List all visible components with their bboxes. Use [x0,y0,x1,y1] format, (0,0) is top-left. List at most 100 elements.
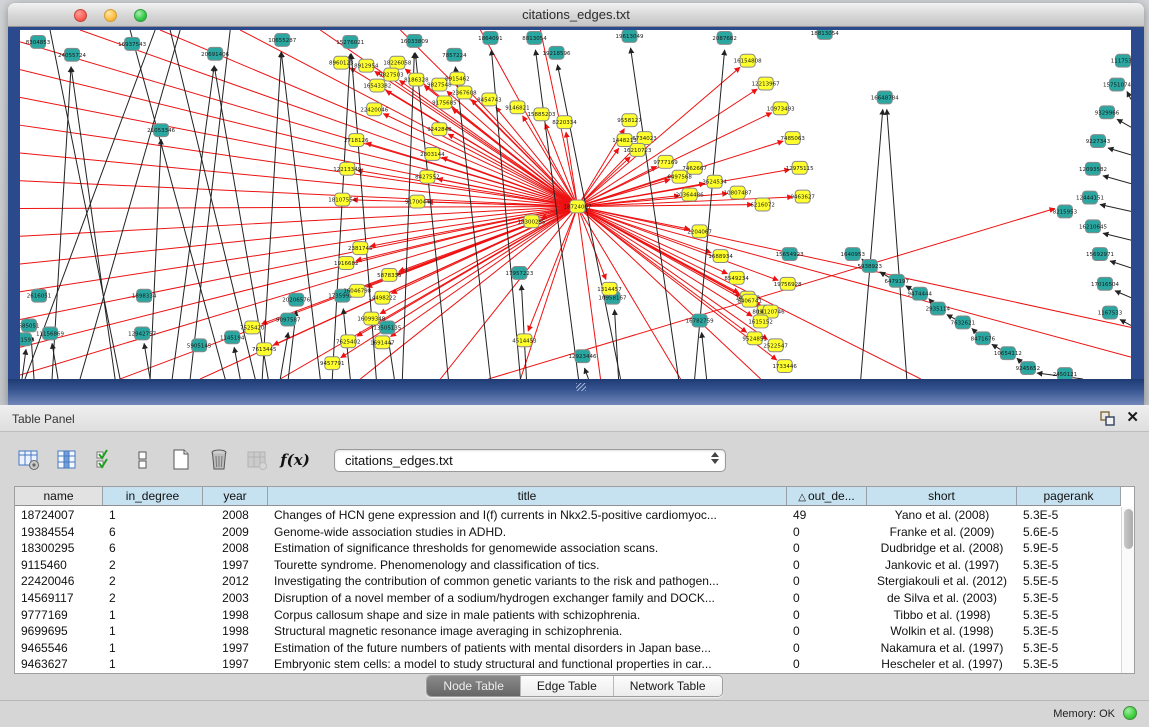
graph-node[interactable]: 20364486 [676,188,704,201]
graph-node[interactable]: 15654923 [776,248,804,261]
table-mode-icon[interactable] [16,447,42,473]
table-row[interactable]: 1456911722003Disruption of a novel membe… [15,590,1121,607]
table-row[interactable]: 1938455462009Genome-wide association stu… [15,524,1121,541]
cell-out-de-[interactable]: 0 [787,640,867,657]
graph-node[interactable]: 16210645 [1079,220,1107,233]
cell-name[interactable]: 9463627 [15,656,103,673]
graph-node[interactable]: 18226058 [383,56,411,69]
graph-node[interactable]: 9146821 [505,101,529,114]
graph-node[interactable]: 10654112 [994,347,1022,360]
graph-node[interactable]: 3624534 [702,175,727,188]
cell-in-degree[interactable]: 1 [103,656,203,673]
graph-node[interactable]: 12444151 [1076,191,1104,204]
cell-out-de-[interactable]: 0 [787,607,867,624]
cell-pagerank[interactable]: 5.9E-5 [1017,540,1121,557]
graph-node[interactable]: 1898334 [132,289,157,302]
cell-out-de-[interactable]: 0 [787,524,867,541]
tab-edge-table[interactable]: Edge Table [521,676,614,696]
table-row[interactable]: 1872400712008Changes of HCN gene express… [15,507,1121,524]
graph-node[interactable]: 1688934 [708,250,733,263]
graph-node[interactable]: 2522547 [763,339,788,352]
column-header-in-degree[interactable]: in_degree [103,487,203,505]
cell-out-de-[interactable]: 0 [787,590,867,607]
cell-out-de-[interactable]: 0 [787,573,867,590]
table-row[interactable]: 946554611997Estimation of the future num… [15,640,1121,657]
column-checklist-icon[interactable] [92,447,118,473]
cell-name[interactable]: 9777169 [15,607,103,624]
cell-short[interactable]: Tibbo et al. (1998) [867,607,1017,624]
column-header-year[interactable]: year [203,487,268,505]
close-panel-icon[interactable]: ✕ [1126,409,1139,427]
graph-node[interactable]: 19218596 [542,46,570,59]
zoom-traffic-light[interactable] [134,9,147,22]
graph-node[interactable]: 21053346 [147,124,175,137]
panel-divider-grip[interactable] [576,383,586,391]
cell-pagerank[interactable]: 5.3E-5 [1017,557,1121,574]
cell-short[interactable]: de Silva et al. (2003) [867,590,1017,607]
table-scrollbar-thumb[interactable] [1124,509,1133,549]
cell-short[interactable]: Wolkin et al. (1998) [867,623,1017,640]
close-traffic-light[interactable] [74,9,87,22]
cell-pagerank[interactable]: 5.3E-5 [1017,590,1121,607]
cell-title[interactable]: Estimation of the future numbers of pati… [268,640,787,657]
table-row[interactable]: 977716911998Corpus callosum shape and si… [15,607,1121,624]
cell-in-degree[interactable]: 1 [103,507,203,524]
new-table-icon[interactable] [168,447,194,473]
column-header-name[interactable]: name [15,487,103,505]
graph-node[interactable]: 12975115 [786,161,814,174]
graph-node[interactable]: 4514453 [512,334,537,347]
graph-node[interactable]: 2935114 [926,302,951,315]
cell-pagerank[interactable]: 5.3E-5 [1017,623,1121,640]
cell-year[interactable]: 2009 [203,524,268,541]
cell-title[interactable]: Corpus callosum shape and size in male p… [268,607,787,624]
graph-node[interactable]: 1733446 [772,360,797,373]
cell-in-degree[interactable]: 6 [103,524,203,541]
cell-pagerank[interactable]: 5.3E-5 [1017,507,1121,524]
tab-network-table[interactable]: Network Table [614,676,722,696]
graph-node[interactable]: 19756928 [774,277,802,290]
graph-node[interactable]: 16648784 [871,91,899,104]
cell-out-de-[interactable]: 0 [787,540,867,557]
graph-node[interactable]: 16154808 [734,54,762,67]
graph-node[interactable]: 9777169 [653,155,678,168]
function-builder-icon[interactable]: f(x) [282,447,308,473]
table-row[interactable]: 2242004622012Investigating the contribut… [15,573,1121,590]
graph-node[interactable]: 2616051 [27,289,51,302]
graph-node[interactable]: 585051 [20,319,40,332]
graph-node[interactable]: 10807487 [724,186,752,199]
graph-node[interactable]: 15692971 [1086,248,1114,261]
graph-node[interactable]: 12213349 [333,162,361,175]
graph-node[interactable]: 15885203 [527,108,555,121]
graph-node[interactable]: 16033809 [400,34,428,47]
graph-node[interactable]: 18813054 [811,30,839,39]
graph-node[interactable]: 24055724 [58,48,86,61]
graph-node[interactable]: 20206576 [282,293,310,306]
cell-pagerank[interactable]: 5.6E-5 [1017,524,1121,541]
graph-node[interactable]: 8220334 [552,116,577,129]
table-row[interactable]: 1830029562008Estimation of significance … [15,540,1121,557]
delete-table-icon[interactable] [206,447,232,473]
cell-year[interactable]: 2003 [203,590,268,607]
cell-name[interactable]: 22420046 [15,573,103,590]
cell-name[interactable]: 19384554 [15,524,103,541]
cell-title[interactable]: Changes of HCN gene expression and I(f) … [268,507,787,524]
cell-out-de-[interactable]: 49 [787,507,867,524]
cell-name[interactable]: 18724007 [15,507,103,524]
graph-node[interactable]: 9097587 [276,313,301,326]
cell-title[interactable]: Disruption of a novel member of a sodium… [268,590,787,607]
graph-node[interactable]: 7632621 [951,316,975,329]
float-panel-icon[interactable] [1099,410,1116,427]
window-titlebar[interactable]: citations_edges.txt [8,3,1144,27]
cell-name[interactable]: 9699695 [15,623,103,640]
cell-in-degree[interactable]: 2 [103,590,203,607]
cell-pagerank[interactable]: 5.3E-5 [1017,607,1121,624]
cell-pagerank[interactable]: 5.5E-5 [1017,573,1121,590]
graph-node[interactable]: 16937543 [118,37,146,50]
cell-title[interactable]: Estimation of significance thresholds fo… [268,540,787,557]
cell-short[interactable]: Jankovic et al. (1997) [867,557,1017,574]
cell-year[interactable]: 2008 [203,540,268,557]
cell-short[interactable]: Stergiakouli et al. (2012) [867,573,1017,590]
graph-node[interactable]: 2087682 [712,31,736,44]
graph-node[interactable]: 15276021 [336,35,364,48]
cell-name[interactable]: 14569117 [15,590,103,607]
